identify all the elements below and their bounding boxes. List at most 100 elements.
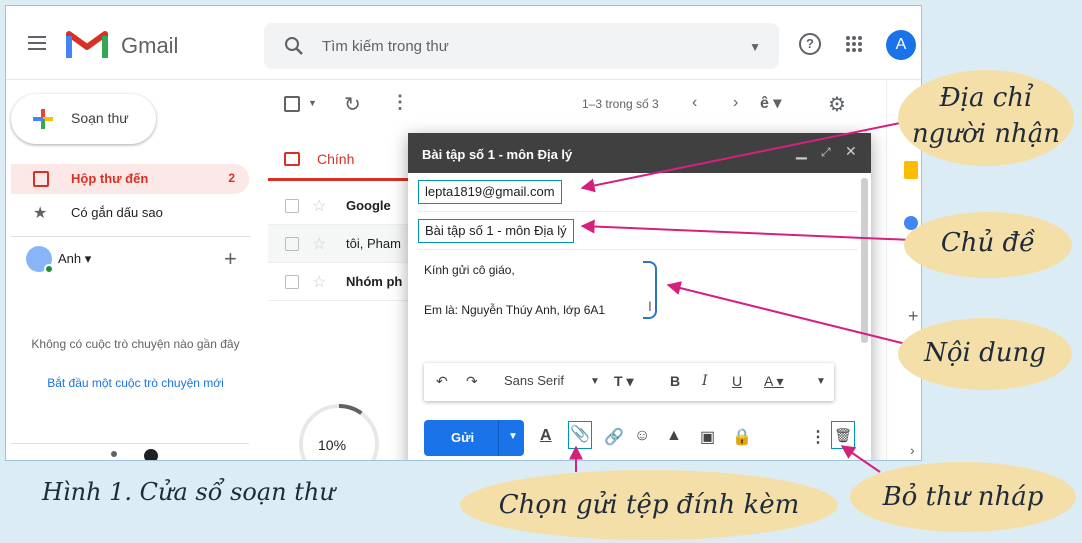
redo-icon[interactable]: ↷ bbox=[466, 373, 478, 390]
send-separator bbox=[498, 420, 499, 456]
pagination-info: 1–3 trong số 3 bbox=[582, 97, 659, 111]
recipient-field[interactable]: lepta1819@gmail.com bbox=[418, 180, 562, 204]
chat-user-name[interactable]: Anh ▾ bbox=[58, 251, 91, 267]
inbox-tab-icon bbox=[284, 152, 300, 166]
italic-icon[interactable]: I bbox=[702, 373, 708, 389]
refresh-icon[interactable]: ↻ bbox=[344, 92, 361, 117]
search-options-icon[interactable]: ▼ bbox=[749, 40, 761, 54]
chat-icon[interactable] bbox=[144, 449, 158, 460]
sidebar-divider bbox=[11, 236, 251, 237]
callout-content-text: Nội dung bbox=[924, 338, 1046, 368]
insert-link-icon[interactable]: 🔗 bbox=[604, 427, 624, 447]
search-input[interactable]: Tìm kiếm trong thư bbox=[322, 38, 449, 55]
callout-discard-text: Bỏ thư nháp bbox=[882, 482, 1044, 512]
keep-icon[interactable] bbox=[904, 161, 918, 179]
sidebar-bottom-divider bbox=[11, 443, 249, 444]
callout-attach-text: Chọn gửi tệp đính kèm bbox=[498, 490, 800, 520]
callout-recipient-text: Địa chỉ người nhận bbox=[911, 83, 1061, 149]
prev-page-icon[interactable]: ‹ bbox=[692, 94, 697, 112]
next-page-icon[interactable]: › bbox=[733, 94, 738, 112]
email-sender: tôi, Pham bbox=[346, 236, 401, 251]
minimize-icon[interactable]: ▁ bbox=[796, 143, 807, 160]
settings-gear-icon[interactable]: ⚙ bbox=[828, 92, 846, 117]
send-label: Gửi bbox=[451, 430, 475, 445]
email-row[interactable]: ☆ Nhóm ph bbox=[268, 263, 418, 301]
star-icon[interactable]: ☆ bbox=[312, 196, 326, 216]
formatting-options-icon[interactable]: A bbox=[540, 427, 552, 445]
confidential-mode-icon[interactable]: 🔒 bbox=[732, 427, 752, 447]
formatting-toolbar: ↶ ↷ Sans Serif ▼ T ▾ B I U A ▾ ▼ bbox=[424, 363, 834, 401]
select-all-checkbox[interactable] bbox=[284, 96, 300, 112]
undo-icon[interactable]: ↶ bbox=[436, 373, 448, 390]
star-icon[interactable]: ☆ bbox=[312, 234, 326, 254]
compose-window: Bài tập số 1 - môn Địa lý ▁ ⤢ ✕ lepta181… bbox=[408, 133, 871, 460]
online-status-dot bbox=[44, 264, 54, 274]
callout-subject-text: Chủ đề bbox=[940, 228, 1036, 258]
send-button[interactable]: Gửi ▼ bbox=[424, 420, 524, 456]
start-chat-link[interactable]: Bắt đầu một cuộc trò chuyện mới bbox=[28, 376, 243, 390]
tab-primary[interactable]: Chính bbox=[268, 136, 428, 181]
email-row[interactable]: ☆ tôi, Pham bbox=[268, 225, 418, 263]
font-select[interactable]: Sans Serif bbox=[504, 373, 564, 388]
schedule-send-icon[interactable]: ▼ bbox=[508, 431, 518, 442]
sidebar-item-label: Có gắn dấu sao bbox=[71, 205, 163, 220]
compose-button[interactable]: Soạn thư bbox=[11, 94, 156, 144]
inbox-icon bbox=[33, 171, 49, 187]
row-checkbox[interactable] bbox=[285, 237, 299, 251]
discard-draft-icon[interactable]: 🗑 bbox=[831, 421, 855, 449]
drive-icon[interactable]: ▲ bbox=[666, 427, 682, 445]
help-icon[interactable]: ? bbox=[799, 33, 821, 55]
sidebar-item-label: Hộp thư đến bbox=[71, 171, 149, 186]
no-chats-message: Không có cuộc trò chuyện nào gần đây bbox=[31, 337, 240, 351]
font-size-icon[interactable]: T ▾ bbox=[614, 373, 633, 390]
more-options-icon[interactable]: ⋮ bbox=[810, 427, 826, 447]
star-icon[interactable]: ☆ bbox=[312, 272, 326, 292]
body-greeting[interactable]: Kính gửi cô giáo, bbox=[424, 263, 515, 277]
close-icon[interactable]: ✕ bbox=[845, 143, 857, 160]
more-options-icon[interactable]: ⋮ bbox=[391, 92, 409, 113]
unread-count: 2 bbox=[228, 171, 235, 185]
underline-icon[interactable]: U bbox=[732, 373, 742, 389]
more-formatting-icon[interactable]: ▼ bbox=[816, 376, 826, 387]
add-addon-icon[interactable]: + bbox=[908, 306, 919, 327]
select-dropdown-icon[interactable]: ▼ bbox=[308, 98, 317, 108]
attach-file-icon[interactable]: 📎 bbox=[568, 421, 592, 449]
content-bracket bbox=[643, 261, 657, 319]
fullscreen-icon[interactable]: ⤢ bbox=[821, 145, 831, 160]
emoji-icon[interactable]: ☺ bbox=[634, 427, 650, 445]
account-avatar[interactable]: A bbox=[886, 30, 916, 60]
expand-panel-icon[interactable]: › bbox=[910, 442, 915, 458]
contacts-icon[interactable] bbox=[111, 451, 117, 457]
input-tools-icon[interactable]: ê ▾ bbox=[760, 93, 781, 113]
figure-caption: Hình 1. Cửa sổ soạn thư bbox=[42, 478, 335, 506]
gmail-window: Gmail Tìm kiếm trong thư ▼ ? A Soạn thư … bbox=[5, 5, 922, 461]
search-icon[interactable] bbox=[282, 34, 306, 58]
font-dropdown-icon[interactable]: ▼ bbox=[590, 376, 600, 387]
new-chat-plus-icon[interactable]: + bbox=[224, 246, 237, 272]
compose-title-bar: Bài tập số 1 - môn Địa lý ▁ ⤢ ✕ bbox=[408, 133, 871, 173]
apps-grid-icon[interactable] bbox=[846, 36, 862, 52]
brand-name: Gmail bbox=[121, 33, 179, 58]
email-sender: Google bbox=[346, 198, 391, 213]
text-color-icon[interactable]: A ▾ bbox=[764, 373, 783, 390]
compose-scrollbar[interactable] bbox=[861, 178, 868, 343]
body-text[interactable]: Em là: Nguyễn Thúy Anh, lớp 6A1 bbox=[424, 303, 605, 317]
field-divider bbox=[418, 249, 858, 250]
insert-photo-icon[interactable]: ▣ bbox=[700, 427, 715, 447]
field-divider bbox=[418, 211, 858, 212]
sidebar-item-inbox[interactable]: Hộp thư đến 2 bbox=[11, 164, 249, 194]
sidebar-item-starred[interactable]: ★ Có gắn dấu sao bbox=[11, 198, 249, 228]
gmail-logo-icon bbox=[66, 31, 108, 58]
menu-icon[interactable] bbox=[28, 36, 46, 50]
compose-plus-icon bbox=[33, 109, 53, 129]
email-row[interactable]: ☆ Google bbox=[268, 187, 418, 225]
row-checkbox[interactable] bbox=[285, 275, 299, 289]
bold-icon[interactable]: B bbox=[670, 373, 680, 389]
top-header: Gmail Tìm kiếm trong thư ▼ ? A bbox=[6, 6, 921, 80]
tab-label: Chính bbox=[317, 151, 355, 167]
star-icon: ★ bbox=[33, 205, 48, 222]
search-bar[interactable]: Tìm kiếm trong thư ▼ bbox=[264, 23, 779, 69]
subject-field[interactable]: Bài tập số 1 - môn Địa lý bbox=[418, 219, 574, 243]
email-sender: Nhóm ph bbox=[346, 274, 403, 289]
row-checkbox[interactable] bbox=[285, 199, 299, 213]
